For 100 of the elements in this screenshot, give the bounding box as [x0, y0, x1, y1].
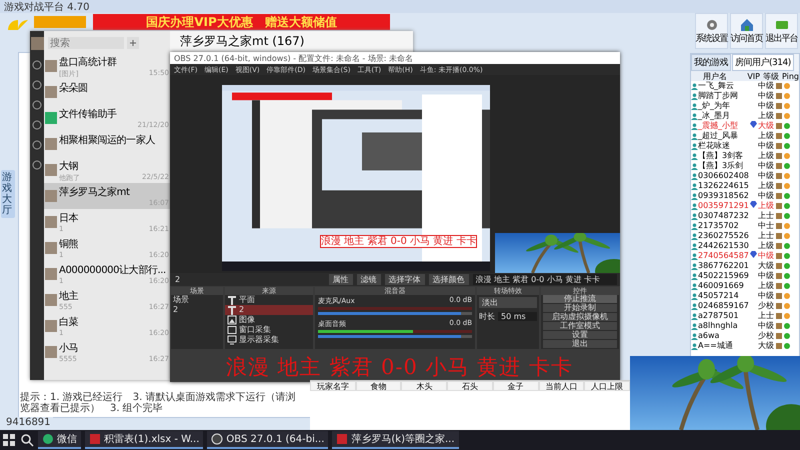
user-name[interactable]: 45057214 — [698, 291, 750, 301]
toolbar-button[interactable]: 选择字体 — [384, 274, 425, 285]
duration-field[interactable]: 50 ms — [498, 312, 537, 321]
user-row[interactable]: 460091669 上级 — [691, 281, 799, 291]
chat-item[interactable]: 相聚相聚闯运的一家人 — [44, 131, 170, 157]
user-row[interactable]: A==城通 大级 — [691, 341, 799, 351]
user-name[interactable]: a2787501 — [698, 311, 750, 321]
search-icon[interactable] — [20, 433, 34, 447]
taskbar-item[interactable]: 积雷表(1).xlsx - W... — [85, 431, 204, 449]
control-button[interactable]: 工作室模式 — [543, 322, 617, 331]
toolbar-button[interactable]: 选择颜色 — [428, 274, 469, 285]
scene-item[interactable]: 场景 — [171, 295, 223, 305]
user-name[interactable]: 4502215969 — [698, 271, 750, 281]
user-row[interactable]: 0307487232 上士 — [691, 211, 799, 221]
user-name[interactable]: 1326224615 — [698, 181, 750, 191]
user-name[interactable]: 【燕】3剑客 — [698, 151, 750, 161]
user-name[interactable]: _震撼_小型 — [698, 121, 750, 131]
user-name[interactable]: 0939318562 — [698, 191, 750, 201]
user-name[interactable]: 栏花咏迷 — [698, 141, 750, 151]
source-item[interactable]: 窗口采集 — [225, 325, 313, 335]
user-row[interactable]: 1326224615 上级 — [691, 181, 799, 191]
control-button[interactable]: 设置 — [543, 331, 617, 340]
user-row[interactable]: 3867762201 大级 — [691, 261, 799, 271]
promo-banner[interactable]: 国庆办理VIP大优惠 赠送大额储值 — [93, 14, 390, 30]
user-name[interactable]: 460091669 — [698, 281, 750, 291]
user-row[interactable]: 45057214 中级 — [691, 291, 799, 301]
column-header[interactable]: 当前人口 — [538, 381, 584, 391]
user-row[interactable]: 0035971291 上级 — [691, 201, 799, 211]
toolbar-button[interactable]: 属性 — [328, 274, 353, 285]
user-name[interactable]: 2442621530 — [698, 241, 750, 251]
column-header[interactable]: 等级 — [762, 71, 779, 82]
user-name[interactable]: 0306602408 — [698, 171, 750, 181]
user-row[interactable]: a6wa 少校 — [691, 331, 799, 341]
user-row[interactable]: 21735702 中士 — [691, 221, 799, 231]
user-row[interactable]: _炉_为年 中级 — [691, 101, 799, 111]
user-row[interactable]: 4502215969 中级 — [691, 271, 799, 281]
user-name[interactable]: 0307487232 — [698, 211, 750, 221]
user-name[interactable]: 一飞_舞云 — [698, 81, 750, 91]
source-item[interactable]: 2 — [225, 305, 313, 315]
control-button[interactable]: 退出 — [543, 340, 617, 349]
user-name[interactable]: a8lhnghla — [698, 321, 750, 331]
user-name[interactable]: 0246859167 — [698, 301, 750, 311]
avatar[interactable] — [30, 37, 44, 50]
text-field[interactable]: 浪漫 地主 紫君 0-0 小马 黄进 卡卡 — [472, 274, 617, 285]
column-header[interactable]: Ping — [782, 72, 799, 80]
user-row[interactable]: 0939318562 中级 — [691, 191, 799, 201]
user-row[interactable]: a2787501 上士 — [691, 311, 799, 321]
source-item[interactable]: 显示器采集 — [225, 335, 313, 345]
toolbar-button[interactable]: 访问首页 — [730, 13, 763, 49]
chat-item[interactable]: 朵朵圆 — [44, 79, 170, 105]
windows-icon[interactable] — [2, 433, 16, 447]
user-name[interactable]: 2740564587 — [698, 251, 750, 261]
column-header[interactable]: 木头 — [401, 381, 448, 391]
user-row[interactable]: 2442621530 上级 — [691, 241, 799, 251]
column-header[interactable]: 用户名 — [703, 71, 744, 82]
toolbar-button[interactable]: 退出平台 — [765, 13, 798, 49]
user-name[interactable]: 21735702 — [698, 221, 750, 231]
toolbar-button[interactable]: 系统设置 — [695, 13, 728, 49]
user-name[interactable]: 0035971291 — [698, 201, 750, 211]
user-name[interactable]: _炉_为年 — [698, 101, 750, 111]
user-row[interactable]: _超过_风暴 上级 — [691, 131, 799, 141]
user-row[interactable]: 一飞_舞云 中级 — [691, 81, 799, 91]
column-header[interactable]: 玩家名字 — [310, 381, 356, 391]
user-name[interactable]: 脚踏丁步网 — [698, 91, 750, 101]
column-header[interactable]: 人口上限 — [584, 381, 630, 391]
panel-tab[interactable]: 房间用户(314) — [732, 54, 794, 71]
panel-tab[interactable]: 我的游戏 — [691, 54, 731, 71]
toolbar-button[interactable]: 滤镜 — [356, 274, 381, 285]
control-button[interactable]: 启动虚拟摄像机 — [543, 313, 617, 322]
source-item[interactable]: 平面 — [225, 295, 313, 305]
user-row[interactable]: a8lhnghla 中级 — [691, 321, 799, 331]
user-row[interactable]: 0306602408 中级 — [691, 171, 799, 181]
add-icon[interactable] — [127, 37, 139, 49]
column-header[interactable]: 金子 — [492, 381, 539, 391]
user-row[interactable]: _震撼_小型 大级 — [691, 121, 799, 131]
user-row[interactable]: 脚踏丁步网 中级 — [691, 91, 799, 101]
transition-select[interactable]: 淡出 — [479, 297, 537, 308]
column-header[interactable]: 食物 — [356, 381, 402, 391]
taskbar-item[interactable]: 萍乡罗马(k)等圈之家... — [332, 431, 459, 449]
taskbar-item[interactable]: OBS 27.0.1 (64-bi... — [207, 431, 328, 449]
user-row[interactable]: 0246859167 少校 — [691, 301, 799, 311]
user-name[interactable]: 3867762201 — [698, 261, 750, 271]
user-name[interactable]: _冰_墨月 — [698, 111, 750, 121]
column-header[interactable]: VIP — [747, 72, 760, 80]
search-field[interactable]: 搜索 — [48, 37, 124, 49]
user-name[interactable]: 【燕】3乐剑 — [698, 161, 750, 171]
user-row[interactable]: 【燕】3剑客 上级 — [691, 151, 799, 161]
taskbar-item[interactable]: 微信 — [38, 431, 81, 449]
user-row[interactable]: 【燕】3乐剑 中级 — [691, 161, 799, 171]
source-item[interactable]: 图像 — [225, 315, 313, 325]
scene-item[interactable]: 2 — [171, 305, 223, 315]
side-tab[interactable]: 游戏大厅 — [1, 170, 15, 218]
user-name[interactable]: a6wa — [698, 331, 750, 341]
user-name[interactable]: 2360275526 — [698, 231, 750, 241]
user-name[interactable]: _超过_风暴 — [698, 131, 750, 141]
user-row[interactable]: 2360275526 上士 — [691, 231, 799, 241]
control-button[interactable]: 停止推流 — [543, 295, 617, 304]
user-row[interactable]: _冰_墨月 上级 — [691, 111, 799, 121]
user-name[interactable]: A==城通 — [698, 341, 750, 351]
user-row[interactable]: 栏花咏迷 中级 — [691, 141, 799, 151]
